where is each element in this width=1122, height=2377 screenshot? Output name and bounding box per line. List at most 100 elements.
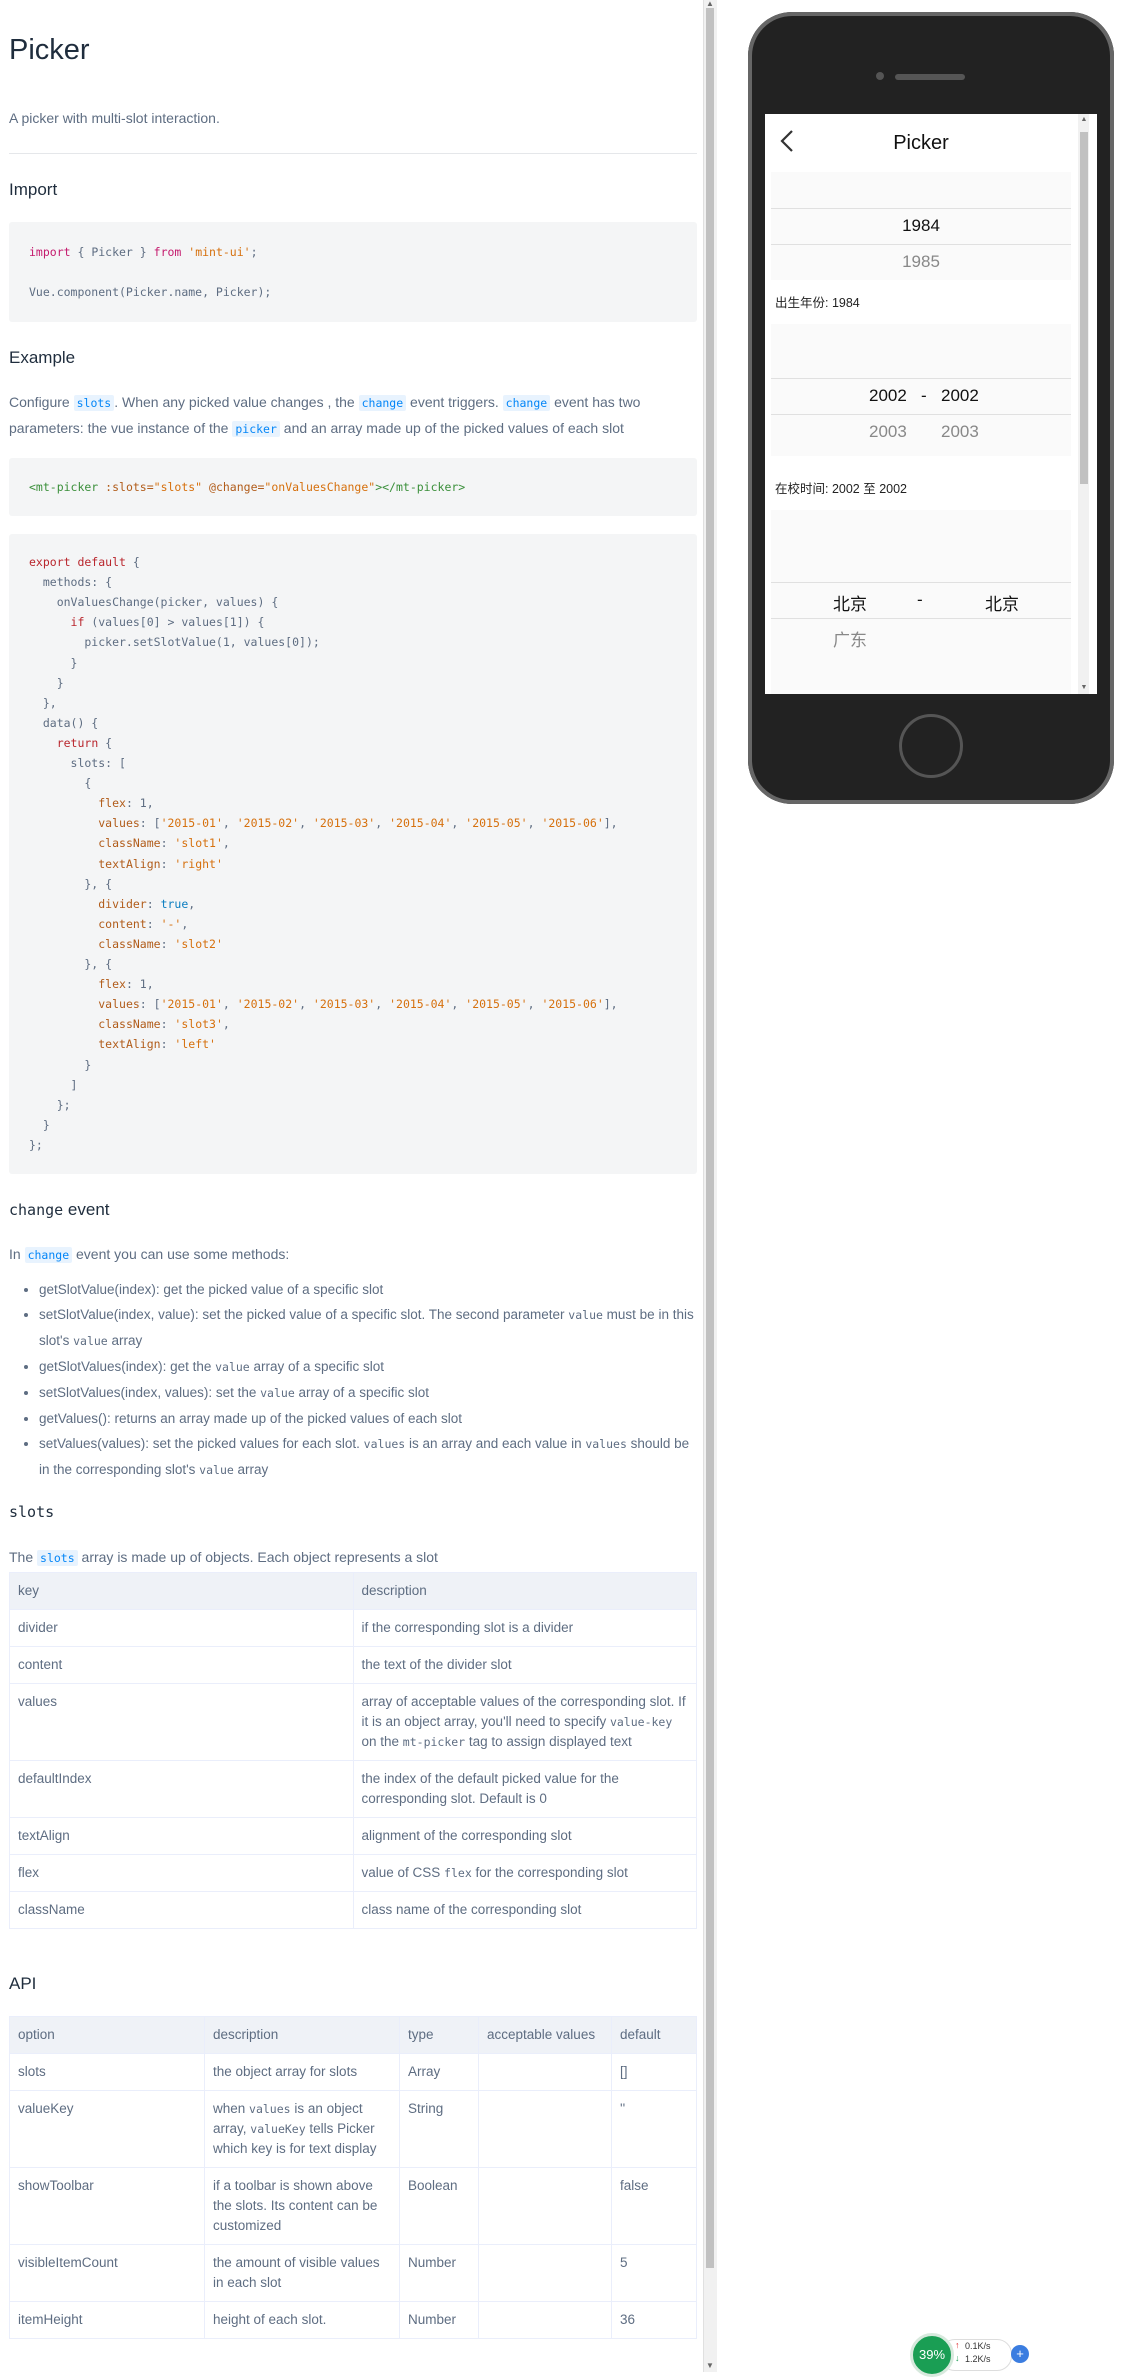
phone-screen: Picker 1984 1985 出生年份: 1984 2002 - 2002 … [765, 114, 1097, 694]
code-line: data() { [29, 715, 99, 730]
picker-divider: - [921, 386, 927, 405]
table-cell: String [399, 2090, 479, 2168]
column-header: type [399, 2016, 479, 2054]
upload-speed: 0.1K/s [965, 2341, 991, 2351]
change-event-description: In change event you can use some methods… [9, 1246, 290, 1263]
birth-year-picker[interactable]: 1984 1985 [771, 172, 1071, 280]
download-speed: 1.2K/s [965, 2354, 991, 2364]
table-row: slots the object array for slots Array [] [9, 2053, 697, 2091]
boost-icon[interactable]: + [1011, 2345, 1029, 2363]
picker-highlight-line [771, 582, 1071, 583]
birth-year-output: 出生年份: 1984 [775, 296, 860, 310]
code-line: picker.setSlotValue(1, values[0]); [29, 635, 320, 650]
table-cell: defaultIndex [9, 1760, 354, 1818]
code-line: }, { [29, 876, 113, 891]
picker-selected-value: 2002 [941, 386, 979, 405]
code-line: ] [29, 1077, 78, 1092]
table-cell [478, 2167, 612, 2245]
picker-item[interactable]: 1985 [771, 252, 1071, 272]
code-line: }; [29, 1097, 71, 1112]
phone-nav-title: Picker [893, 132, 949, 154]
table-cell [478, 2301, 612, 2339]
table-row: divider if the corresponding slot is a di… [9, 1609, 697, 1647]
download-arrow-icon: ↓ [955, 2353, 960, 2363]
table-cell: the object array for slots [204, 2053, 400, 2091]
table-cell: valueKey [9, 2090, 205, 2168]
table-cell: 36 [611, 2301, 697, 2339]
province-picker[interactable]: 北京 - 北京 广东 [771, 510, 1071, 694]
table-cell: array of acceptable values of the corres… [352, 1683, 697, 1761]
table-row: visibleItemCount the amount of visible va… [9, 2244, 697, 2302]
table-cell: textAlign [9, 1817, 354, 1855]
code-line: <mt-picker :slots="slots" @change="onVal… [29, 480, 466, 494]
code-line: }; [29, 1137, 43, 1152]
picker-highlight-line [771, 378, 1071, 379]
table-cell: 5 [611, 2244, 697, 2302]
code-line: className: 'slot2' [98, 936, 223, 951]
list-item: setValues(values): set the picked values… [39, 1431, 697, 1483]
school-period-output: 在校时间: 2002 至 2002 [775, 482, 908, 496]
code-line: { [29, 776, 92, 791]
code-line: flex: 1, [98, 796, 154, 811]
table-cell: height of each slot. [204, 2301, 400, 2339]
table-row: content the text of the divider slot [9, 1646, 697, 1684]
code-line: }, { [29, 957, 113, 971]
upload-arrow-icon: ↑ [955, 2340, 960, 2350]
network-usage-percent: 39% [910, 2333, 954, 2377]
table-cell: when values is an object array, valueKey… [204, 2090, 400, 2168]
table-cell: the amount of visible values in each slo… [204, 2244, 400, 2302]
section-api-heading: API [9, 1974, 37, 1993]
code-line: onValuesChange(picker, values) { [29, 595, 279, 610]
code-line: }, [29, 695, 57, 710]
script-code-block: export default { methods: { onValuesChan… [9, 534, 697, 1174]
picker-item[interactable]: 2003 [941, 422, 979, 442]
phone-scroll-up-icon[interactable]: ▲ [1080, 116, 1088, 123]
slots-description: The slots array is made up of objects. E… [9, 1549, 438, 1566]
column-header: description [352, 1572, 697, 1610]
picker-item[interactable]: 2003 [869, 422, 907, 442]
code-line: } [29, 1117, 50, 1132]
code-line: methods: { [29, 575, 113, 590]
phone-scrollbar-thumb[interactable] [1080, 132, 1088, 484]
network-speed-widget[interactable]: ↑ 0.1K/s ↓ 1.2K/s 39% + [910, 2333, 1060, 2377]
picker-selected-value: 北京 [833, 595, 867, 614]
code-line: import { Picker } from 'mint-ui'; [29, 245, 258, 259]
list-item: setSlotValues(index, values): set the va… [39, 1380, 697, 1406]
table-cell: flex [9, 1854, 354, 1892]
list-item: setSlotValue(index, value): set the pick… [39, 1302, 697, 1354]
table-header-row: key description [9, 1572, 697, 1610]
code-line: return { [56, 735, 113, 750]
table-cell: divider [9, 1609, 354, 1647]
phone-navbar: Picker [765, 114, 1077, 174]
page-scrollbar-thumb[interactable] [706, 8, 714, 2268]
phone-frame: Picker 1984 1985 出生年份: 1984 2002 - 2002 … [748, 12, 1114, 804]
table-cell: if the corresponding slot is a divider [352, 1609, 697, 1647]
phone-scroll-down-icon[interactable]: ▼ [1080, 684, 1088, 691]
scroll-down-arrow-icon[interactable]: ▼ [706, 2362, 714, 2370]
table-cell: class name of the corresponding slot [352, 1891, 697, 1929]
phone-camera [876, 72, 884, 80]
divider [9, 153, 697, 154]
table-cell: visibleItemCount [9, 2244, 205, 2302]
code-line: Vue.component(Picker.name, Picker); [29, 285, 272, 299]
picker-highlight-line [771, 618, 1071, 619]
api-table: option description type acceptable value… [9, 2016, 697, 2339]
table-cell: alignment of the corresponding slot [352, 1817, 697, 1855]
phone-home-button[interactable] [899, 714, 963, 778]
code-line: textAlign: 'left' [98, 1037, 216, 1052]
intro-text: A picker with multi-slot interaction. [9, 110, 220, 126]
example-description: Configure slots. When any picked value c… [9, 394, 641, 437]
column-header: default [611, 2016, 697, 2054]
table-cell: Boolean [399, 2167, 479, 2245]
school-period-picker[interactable]: 2002 - 2002 2003 2003 [771, 324, 1071, 456]
table-row: flex value of CSS flex for the correspond… [9, 1854, 697, 1892]
table-row: values array of acceptable values of the … [9, 1683, 697, 1761]
table-cell: [] [611, 2053, 697, 2091]
code-line: } [29, 655, 78, 670]
picker-item[interactable]: 广东 [833, 626, 867, 651]
table-cell [478, 2244, 612, 2302]
scroll-up-arrow-icon[interactable]: ▲ [706, 0, 714, 8]
table-row: textAlign alignment of the corresponding … [9, 1817, 697, 1855]
table-cell: className [9, 1891, 354, 1929]
column-header: option [9, 2016, 205, 2054]
